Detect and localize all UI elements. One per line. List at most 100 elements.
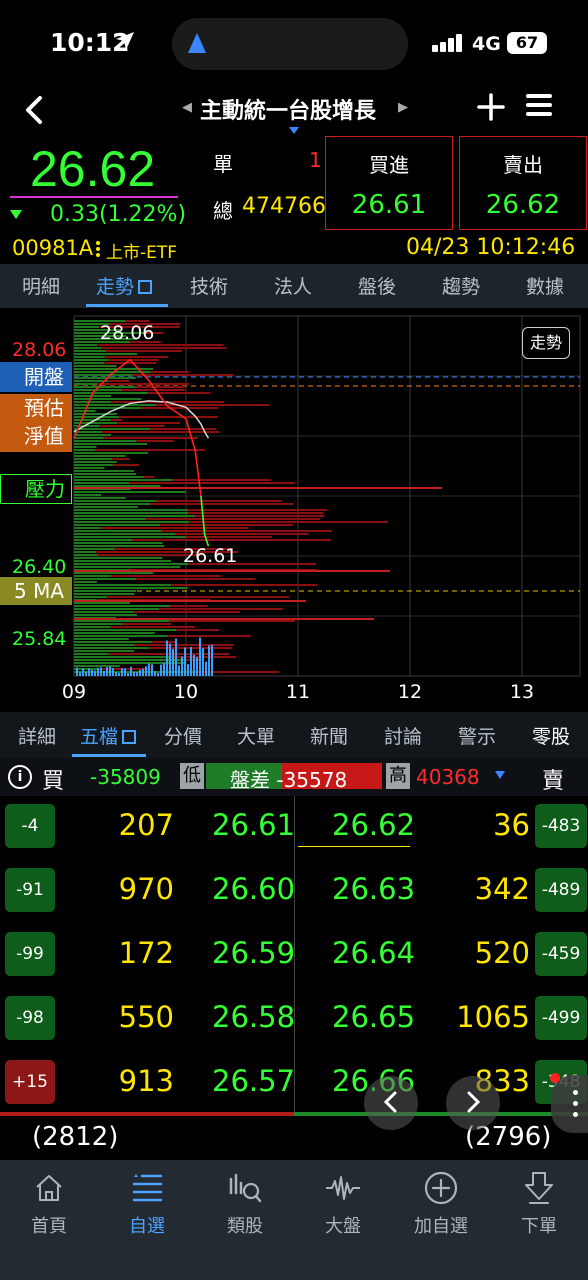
expand-icon[interactable]	[138, 280, 153, 294]
volume-profile-bar	[74, 506, 138, 508]
volume-bar	[109, 666, 111, 676]
intraday-chart[interactable]: 09 10 11 12 13	[0, 310, 588, 710]
volume-profile-bar	[74, 461, 117, 463]
tab-news[interactable]: 新聞	[310, 722, 348, 749]
volume-profile-bar	[133, 611, 241, 613]
caret-down-icon[interactable]	[495, 771, 505, 779]
tab-odd-lot[interactable]: 零股	[532, 722, 570, 749]
ask-price: 26.62	[332, 808, 416, 842]
volume-profile-bar	[74, 575, 111, 577]
volume-bar	[178, 665, 180, 676]
scroll-right-button[interactable]	[446, 1076, 500, 1130]
volume-profile-bar	[188, 512, 324, 514]
volume-profile-bar	[74, 347, 102, 349]
volume-profile-bar	[117, 422, 180, 424]
volume-profile-bar	[95, 449, 206, 451]
nav-market[interactable]: 大盤	[294, 1168, 392, 1238]
volume-profile-bar	[74, 620, 170, 622]
tab-details[interactable]: 明細	[22, 272, 60, 299]
scroll-left-button[interactable]	[364, 1076, 418, 1130]
nav-sector[interactable]: 類股	[196, 1168, 294, 1238]
tab-discussion[interactable]: 討論	[384, 722, 422, 749]
volume-profile-bar	[150, 371, 189, 373]
volume-profile-bar	[74, 458, 112, 460]
tab-data[interactable]: 數據	[526, 272, 564, 299]
plus-icon[interactable]	[476, 86, 506, 131]
volume-profile-bar	[119, 416, 218, 418]
volume-bar	[100, 667, 102, 676]
tab-trends[interactable]: 趨勢	[442, 272, 480, 299]
nav-order[interactable]: 下單	[490, 1168, 588, 1238]
volume-profile-bar	[106, 350, 183, 352]
tab-trend[interactable]: 走勢	[96, 272, 153, 299]
volume-profile-bar	[74, 596, 108, 598]
x-axis-labels: 09 10 11 12 13	[62, 681, 534, 703]
next-stock-icon[interactable]: ▶	[398, 100, 408, 115]
volume-profile-bar	[134, 644, 234, 646]
tab-five-levels-label: 五檔	[80, 726, 119, 748]
volume-profile-bar	[176, 629, 220, 631]
volume-profile-bar	[74, 570, 390, 572]
volume-profile-bar	[150, 503, 294, 505]
nav-watchlist-label: 自選	[129, 1216, 165, 1237]
nav-add-watchlist[interactable]: 加自選	[392, 1168, 490, 1238]
bid-qty: 207	[118, 808, 174, 842]
menu-icon[interactable]	[526, 94, 552, 116]
cellular-signal-icon	[432, 34, 464, 52]
nav-watchlist[interactable]: 自選	[98, 1168, 196, 1238]
nav-home[interactable]: 首頁	[0, 1168, 98, 1238]
tab-technical[interactable]: 技術	[190, 272, 228, 299]
volume-profile-bar	[74, 365, 117, 367]
bid-change-badge: -91	[5, 868, 55, 912]
tab-price-distribution[interactable]: 分價	[164, 722, 202, 749]
sell-button[interactable]: 賣出 26.62	[459, 136, 587, 230]
page-title[interactable]: 主動統一台股增長	[200, 93, 376, 125]
volume-profile-bar	[74, 344, 98, 346]
volume-profile-bar	[74, 551, 97, 553]
volume-profile-bar	[74, 530, 162, 532]
more-vertical-icon	[95, 240, 101, 262]
diff-value: -35578	[276, 768, 348, 792]
tab-alerts[interactable]: 警示	[458, 722, 496, 749]
volume-profile-bar	[74, 449, 96, 451]
prev-stock-icon[interactable]: ◀	[182, 100, 192, 115]
volume-profile-bar	[99, 425, 165, 427]
tab-after-hours[interactable]: 盤後	[358, 272, 396, 299]
volume-bar	[154, 671, 156, 676]
down-triangle-icon	[10, 210, 22, 219]
ask-change-badge: -499	[535, 996, 587, 1040]
chart-mode-button[interactable]: 走勢	[522, 327, 570, 359]
tab-book-details[interactable]: 詳細	[18, 722, 56, 749]
volume-profile-bar	[129, 482, 296, 484]
sell-strength-bar	[294, 1112, 588, 1116]
dynamic-island	[172, 18, 408, 70]
tab-big-orders[interactable]: 大單	[237, 722, 275, 749]
volume-profile-bar	[97, 383, 189, 385]
more-options-button[interactable]	[551, 1075, 588, 1133]
info-icon[interactable]: i	[8, 765, 32, 789]
volume-profile-bar	[135, 386, 185, 388]
more-dots-icon	[573, 1090, 579, 1120]
volume-profile-bar	[74, 600, 306, 602]
volume-bar	[151, 664, 153, 676]
title-dropdown-icon[interactable]	[289, 127, 299, 134]
volume-profile-bar	[175, 533, 309, 535]
volume-profile-bar	[110, 575, 222, 577]
watchlist-icon	[98, 1168, 196, 1208]
back-icon[interactable]	[22, 95, 46, 131]
volume-profile-bar	[74, 563, 189, 565]
tab-institutional[interactable]: 法人	[274, 272, 312, 299]
volume-profile-bar	[103, 362, 157, 364]
pressure-tag: 壓力	[0, 474, 72, 504]
volume-profile-bar	[97, 344, 224, 346]
expand-icon[interactable]	[122, 730, 137, 744]
tab-five-levels[interactable]: 五檔	[80, 722, 137, 749]
buy-button[interactable]: 買進 26.61	[325, 136, 453, 230]
volume-profile-bar	[74, 587, 188, 589]
active-tab-indicator	[86, 304, 168, 307]
last-price: 26.62	[30, 141, 156, 197]
book-divider	[294, 796, 295, 1114]
volume-bar	[85, 671, 87, 676]
volume-profile-bar	[169, 620, 296, 622]
volume-profile-bar	[107, 596, 290, 598]
